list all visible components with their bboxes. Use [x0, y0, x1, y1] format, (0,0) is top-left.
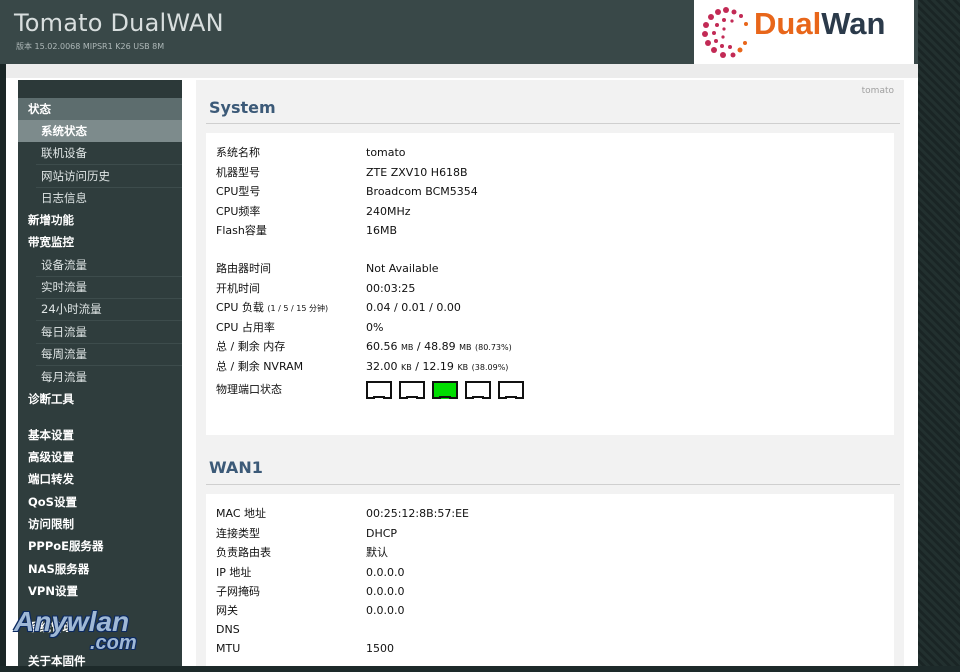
info-row: CPU 占用率 0%	[216, 321, 384, 334]
info-row: Flash容量 16MB	[216, 224, 398, 237]
sidebar-item-nas[interactable]: NAS服务器	[18, 558, 182, 580]
ethernet-port-icon	[366, 381, 392, 399]
info-row: CPU 负载 (1 / 5 / 15 分钟) 0.04 / 0.01 / 0.0…	[216, 301, 461, 314]
sidebar-item-realtime[interactable]: 实时流量	[18, 276, 182, 298]
info-row: CPU型号 Broadcom BCM5354	[216, 185, 478, 198]
sidebar-item-weekly[interactable]: 每周流量	[18, 343, 182, 365]
top-spacer	[6, 64, 918, 78]
section-title-system: System	[209, 98, 276, 117]
sidebar-item-bandwidth[interactable]: 带宽监控	[18, 231, 182, 253]
app-title: Tomato DualWAN	[14, 9, 224, 37]
info-row: 负责路由表 默认	[216, 546, 388, 559]
sidebar-item-port-forwarding[interactable]: 端口转发	[18, 468, 182, 490]
sidebar-item-monthly[interactable]: 每月流量	[18, 366, 182, 388]
sidebar-item-new-features[interactable]: 新增功能	[18, 209, 182, 231]
sidebar-item-diagnostics[interactable]: 诊断工具	[18, 388, 182, 410]
sidebar-item-access-restriction[interactable]: 访问限制	[18, 513, 182, 535]
main-content: tomato System 系统名称 tomato 机器型号 ZTE ZXV10…	[196, 80, 904, 666]
logo-text: DualWan	[754, 6, 886, 41]
sidebar: 状态 系统状态 联机设备 网站访问历史 日志信息 新增功能 带宽监控 设备流量 …	[18, 80, 182, 668]
sidebar-item-24h[interactable]: 24小时流量	[18, 298, 182, 320]
ethernet-port-icon	[432, 381, 458, 399]
divider	[206, 123, 900, 124]
divider	[206, 484, 900, 485]
info-row: 总 / 剩余 内存 60.56 MB / 48.89 MB (80.73%)	[216, 340, 512, 353]
logo-dots-icon	[702, 7, 748, 58]
router-name: tomato	[861, 86, 894, 96]
info-row: 网关 0.0.0.0	[216, 604, 405, 617]
info-row: 总 / 剩余 NVRAM 32.00 KB / 12.19 KB (38.09%…	[216, 360, 509, 373]
sidebar-item-logs[interactable]: 日志信息	[18, 187, 182, 209]
sidebar-item-qos[interactable]: QoS设置	[18, 491, 182, 513]
sidebar-item-daily[interactable]: 每日流量	[18, 321, 182, 343]
info-row: MAC 地址 00:25:12:8B:57:EE	[216, 507, 469, 520]
info-row-ports: 物理端口状态	[216, 381, 886, 399]
sidebar-item-advanced[interactable]: 高级设置	[18, 446, 182, 468]
info-row: DNS	[216, 623, 240, 636]
right-texture-strip	[918, 0, 960, 666]
info-row: CPU频率 240MHz	[216, 205, 411, 218]
sidebar-item-basic[interactable]: 基本设置	[18, 424, 182, 446]
info-row: 路由器时间 Not Available	[216, 262, 439, 275]
sidebar-item-web-history[interactable]: 网站访问历史	[18, 165, 182, 187]
info-row: MTU 1500	[216, 642, 394, 655]
info-row: 机器型号 ZTE ZXV10 H618B	[216, 166, 468, 179]
system-panel: 系统名称 tomato 机器型号 ZTE ZXV10 H618B CPU型号 B…	[206, 133, 894, 435]
dualwan-logo: DualWan	[694, 0, 914, 64]
ethernet-port-icon	[399, 381, 425, 399]
info-row: IP 地址 0.0.0.0	[216, 566, 405, 579]
info-row: 子网掩码 0.0.0.0	[216, 585, 405, 598]
header: Tomato DualWAN 版本 15.02.0068 MIPSR1 K26 …	[0, 0, 918, 64]
info-row: 系统名称 tomato	[216, 146, 406, 159]
firmware-version: 版本 15.02.0068 MIPSR1 K26 USB 8M	[16, 42, 165, 51]
ethernet-port-icon	[465, 381, 491, 399]
ethernet-port-icon	[498, 381, 524, 399]
sidebar-item-system-status[interactable]: 系统状态	[18, 120, 182, 142]
anywlan-watermark: Anywlan .com	[14, 606, 137, 654]
section-title-wan1: WAN1	[209, 458, 263, 477]
sidebar-item-pppoe[interactable]: PPPoE服务器	[18, 535, 182, 557]
info-row: 开机时间 00:03:25	[216, 282, 416, 295]
sidebar-item-vpn[interactable]: VPN设置	[18, 580, 182, 602]
wan1-panel: MAC 地址 00:25:12:8B:57:EE 连接类型 DHCP 负责路由表…	[206, 494, 894, 666]
info-row: 连接类型 DHCP	[216, 527, 398, 540]
sidebar-item-device-traffic[interactable]: 设备流量	[18, 254, 182, 276]
sidebar-item-status[interactable]: 状态	[18, 98, 182, 120]
sidebar-item-connected-devices[interactable]: 联机设备	[18, 142, 182, 164]
